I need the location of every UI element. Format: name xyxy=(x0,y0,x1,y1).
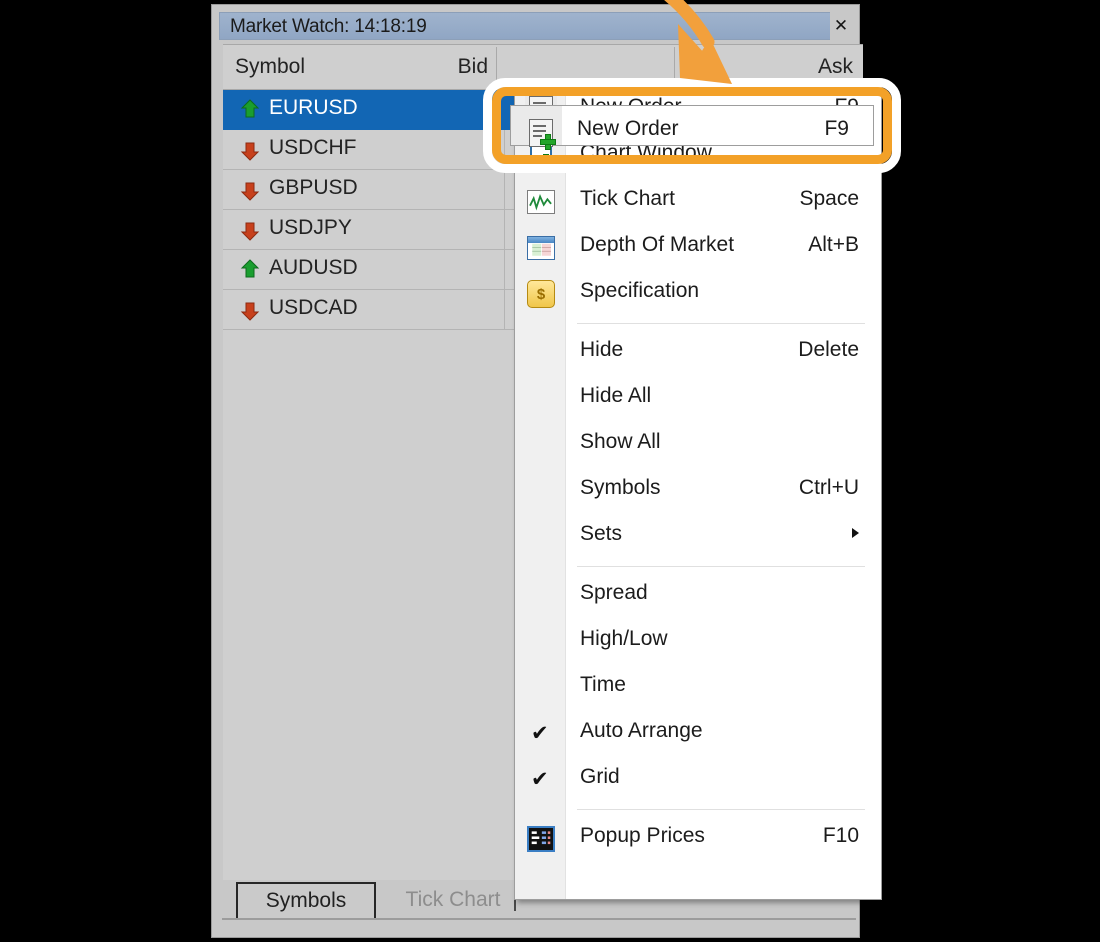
menu-item-hide-all[interactable]: Hide All xyxy=(515,376,881,422)
menu-item-high-low[interactable]: High/Low xyxy=(515,619,881,665)
tick-chart-icon xyxy=(525,187,557,217)
menu-item-accelerator: Space xyxy=(799,187,859,211)
menu-item-time[interactable]: Time xyxy=(515,665,881,711)
menu-item-popup-prices[interactable]: Popup Prices F10 xyxy=(515,816,881,862)
menu-separator xyxy=(577,566,865,567)
menu-separator xyxy=(577,809,865,810)
menu-separator xyxy=(577,323,865,324)
menu-item-specification[interactable]: $ Specification xyxy=(515,271,881,317)
tab-underline xyxy=(222,918,856,920)
arrow-up-icon xyxy=(239,259,261,281)
arrow-down-icon xyxy=(239,299,261,321)
menu-item-label: Symbols xyxy=(580,476,661,500)
symbol-list-empty-column xyxy=(223,330,502,880)
symbol-name: USDJPY xyxy=(269,216,352,240)
menu-item-label: Sets xyxy=(580,522,622,546)
checkmark-icon: ✔ xyxy=(531,767,549,793)
menu-item-label: Time xyxy=(580,673,626,697)
tab-symbols[interactable]: Symbols xyxy=(236,882,376,918)
menu-item-label: Tick Chart xyxy=(580,187,675,211)
menu-item-show-all[interactable]: Show All xyxy=(515,422,881,468)
menu-item-symbols[interactable]: Symbols Ctrl+U xyxy=(515,468,881,514)
menu-item-spread[interactable]: Spread xyxy=(515,573,881,619)
page-title: Market Watch: 14:18:19 xyxy=(230,16,427,38)
row-divider xyxy=(504,210,505,249)
symbol-name: AUDUSD xyxy=(269,256,358,280)
row-divider xyxy=(504,170,505,209)
menu-item-label: Grid xyxy=(580,765,620,789)
new-order-icon xyxy=(529,119,553,147)
context-menu-items: New OrderF9Chart WindowTick ChartSpaceDe… xyxy=(515,87,881,862)
menu-item-label: High/Low xyxy=(580,627,668,651)
menu-item-sets[interactable]: Sets xyxy=(515,514,881,560)
menu-item-label: Spread xyxy=(580,581,648,605)
menu-item-label: Auto Arrange xyxy=(580,719,703,743)
menu-item-grid[interactable]: ✔ Grid xyxy=(515,757,881,803)
menu-item-accelerator: Alt+B xyxy=(808,233,859,257)
callout-arrow-icon xyxy=(560,0,780,118)
symbol-name: USDCHF xyxy=(269,136,357,160)
context-menu: New OrderF9Chart WindowTick ChartSpaceDe… xyxy=(514,86,882,900)
submenu-arrow-icon xyxy=(852,528,859,538)
symbol-name: USDCAD xyxy=(269,296,358,320)
menu-item-tick-chart[interactable]: Tick Chart Space xyxy=(515,179,881,225)
row-divider xyxy=(504,250,505,289)
menu-item-label: Popup Prices xyxy=(580,824,705,848)
tab-tick-chart[interactable]: Tick Chart xyxy=(378,882,528,918)
specification-icon: $ xyxy=(525,279,557,309)
menu-item-accelerator: F9 xyxy=(824,117,849,141)
popup-prices-icon xyxy=(525,824,557,854)
menu-item-accelerator: Ctrl+U xyxy=(799,476,859,500)
menu-item-label: Depth Of Market xyxy=(580,233,734,257)
menu-item-label: Hide xyxy=(580,338,623,362)
symbol-name: EURUSD xyxy=(269,96,358,120)
arrow-down-icon xyxy=(239,139,261,161)
menu-item-label: Show All xyxy=(580,430,661,454)
column-header-bid[interactable]: Bid xyxy=(378,45,488,89)
arrow-down-icon xyxy=(239,179,261,201)
menu-item-hide[interactable]: Hide Delete xyxy=(515,330,881,376)
menu-item-label: New Order xyxy=(577,117,679,141)
menu-item-depth-of-market[interactable]: Depth Of Market Alt+B xyxy=(515,225,881,271)
column-header-symbol[interactable]: Symbol xyxy=(235,45,305,89)
menu-item-label: Specification xyxy=(580,279,699,303)
depth-of-market-icon xyxy=(525,233,557,263)
menu-item-label: Hide All xyxy=(580,384,651,408)
row-divider xyxy=(504,290,505,329)
symbol-name: GBPUSD xyxy=(269,176,358,200)
menu-item-accelerator: Delete xyxy=(798,338,859,362)
menu-item-accelerator: F10 xyxy=(823,824,859,848)
close-icon[interactable]: ✕ xyxy=(830,12,852,40)
menu-item-auto-arrange[interactable]: ✔ Auto Arrange xyxy=(515,711,881,757)
arrow-up-icon xyxy=(239,99,261,121)
arrow-down-icon xyxy=(239,219,261,241)
checkmark-icon: ✔ xyxy=(531,721,549,747)
